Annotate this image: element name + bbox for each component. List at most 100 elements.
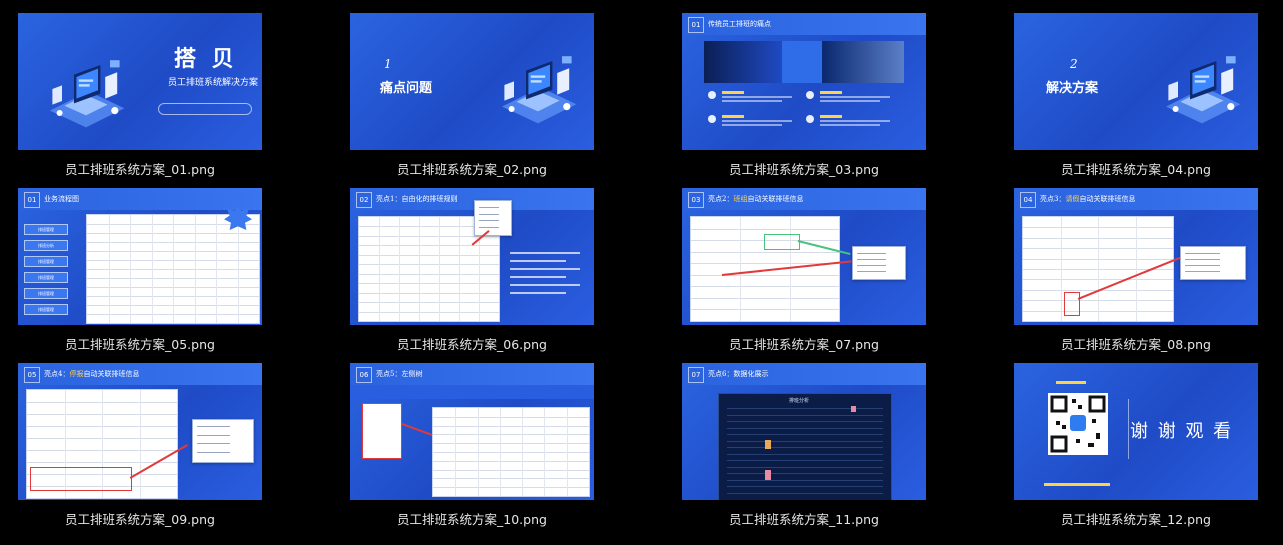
file-name-label: 员工排班系统方案_07.png [729, 337, 879, 352]
slide-preview-image: 搭 贝员工排班系统解决方案 [18, 13, 262, 150]
slide-title: 亮点2：班组自动关联排班信息 [708, 194, 803, 204]
dashboard-row [727, 440, 883, 442]
file-name-label: 员工排班系统方案_09.png [65, 512, 215, 527]
table-screenshot [86, 214, 260, 324]
point-heading [820, 115, 842, 118]
file-name-label: 员工排班系统方案_04.png [1061, 162, 1211, 177]
section-number: 02 [356, 192, 372, 208]
file-thumbnail[interactable]: 04 亮点3：请假自动关联排班信息员工排班系统方案_08.png [1011, 188, 1261, 356]
file-name-label: 员工排班系统方案_08.png [1061, 337, 1211, 352]
section-title: 痛点问题 [380, 81, 433, 96]
point-text [820, 120, 890, 122]
description-text [510, 252, 580, 254]
file-thumbnail[interactable]: 谢 谢 观 看员工排班系统方案_12.png [1011, 363, 1261, 531]
point-icon [708, 91, 716, 99]
file-name-label: 员工排班系统方案_02.png [397, 162, 547, 177]
file-thumbnail[interactable]: 02 亮点1：自由化的排班规则员工排班系统方案_06.png [347, 188, 597, 356]
green-highlight-box [764, 234, 800, 250]
dashboard-row [727, 427, 883, 429]
file-thumbnail[interactable]: 07 亮点6：数据化展示 排班分析 员工排班系统方案_11.png [679, 363, 929, 531]
qr-code [1048, 393, 1108, 455]
popup-menu [192, 419, 254, 463]
file-name-label: 员工排班系统方案_05.png [65, 337, 215, 352]
qr-caption-bottom [1044, 483, 1110, 486]
title-prefix: 亮点3： [1040, 195, 1066, 203]
slide-preview-image: 03 亮点2：班组自动关联排班信息 [682, 188, 926, 325]
dashboard-row [727, 486, 883, 487]
description-text [510, 284, 580, 286]
chart-bar [765, 440, 771, 449]
file-thumbnail[interactable]: 1 痛点问题 员工排班系统方案_02.png [347, 13, 597, 181]
section-number: 03 [688, 192, 704, 208]
file-thumbnail[interactable]: 01 业务流程图 排班管理 排班分析 排班管理 排班管理 排班管理 排班管理 员工排班系统方案_… [15, 188, 265, 356]
title-suffix: 自动关联排班信息 [1079, 195, 1136, 203]
file-thumbnail[interactable]: 01 传统员工排班的痛点员工排班系统方案_03.png [679, 13, 929, 181]
slide-header: 04 亮点3：请假自动关联排班信息 [1014, 188, 1258, 210]
description-text [510, 292, 566, 294]
menu-button: 排班管理 [24, 224, 68, 235]
slide-title: 业务流程图 [44, 195, 79, 203]
point-icon [708, 115, 716, 123]
file-thumbnail[interactable]: 06 亮点5：左侧树员工排班系统方案_10.png [347, 363, 597, 531]
slide-title: 亮点6：数据化展示 [708, 370, 769, 378]
section-number: 01 [688, 17, 704, 33]
dashboard-row [727, 453, 883, 455]
slide-preview-image: 谢 谢 观 看 [1014, 363, 1258, 500]
file-thumbnail[interactable]: 03 亮点2：班组自动关联排班信息员工排班系统方案_07.png [679, 188, 929, 356]
left-tree-panel [362, 403, 402, 459]
red-arrow [401, 423, 433, 436]
point-text [722, 100, 782, 102]
file-thumbnail[interactable]: 05 亮点4：停报自动关联排班信息员工排班系统方案_09.png [15, 363, 265, 531]
title-highlight: 请假 [1065, 195, 1080, 203]
point-text [820, 100, 880, 102]
isometric-computer-illustration [38, 53, 134, 137]
menu-button: 排班管理 [24, 288, 68, 299]
slide-preview-image: 01 业务流程图 排班管理 排班分析 排班管理 排班管理 排班管理 排班管理 [18, 188, 262, 325]
dashboard-row [727, 479, 883, 481]
slide-title: 亮点4：停报自动关联排班信息 [44, 369, 139, 379]
qr-caption-top [1056, 381, 1086, 384]
title-prefix: 亮点4： [44, 370, 70, 378]
menu-button: 排班管理 [24, 304, 68, 315]
file-name-label: 员工排班系统方案_03.png [729, 162, 879, 177]
popup-menu [474, 200, 512, 236]
banner-text-box [782, 41, 822, 83]
file-name-label: 员工排班系统方案_10.png [397, 512, 547, 527]
point-text [722, 124, 782, 126]
slide-preview-image: 02 亮点1：自由化的排班规则 [350, 188, 594, 325]
dashboard-row [727, 447, 883, 448]
dashboard-row [727, 492, 883, 494]
point-heading [820, 91, 842, 94]
section-number: 01 [24, 192, 40, 208]
slide-header: 02 亮点1：自由化的排班规则 [350, 188, 594, 210]
slide-preview-image: 05 亮点4：停报自动关联排班信息 [18, 363, 262, 500]
popup-menu [852, 246, 906, 280]
slide-title: 亮点3：请假自动关联排班信息 [1040, 194, 1135, 204]
cover-subtitle: 员工排班系统解决方案 [168, 78, 259, 88]
menu-button: 排班分析 [24, 240, 68, 251]
dashboard-row [727, 473, 883, 474]
file-thumbnail[interactable]: 搭 贝员工排班系统解决方案 员工排班系统方案_01.png [15, 13, 265, 181]
slide-preview-image: 07 亮点6：数据化展示 排班分析 [682, 363, 926, 500]
point-text [820, 96, 890, 98]
slide-title: 传统员工排班的痛点 [708, 20, 771, 28]
isometric-computer-illustration [1154, 49, 1250, 133]
point-text [820, 124, 880, 126]
slide-header: 03 亮点2：班组自动关联排班信息 [682, 188, 926, 210]
dashboard-row [727, 421, 883, 422]
description-text [510, 268, 580, 270]
slide-header: 06 亮点5：左侧树 [350, 363, 594, 385]
isometric-computer-illustration [490, 49, 586, 133]
title-suffix: 自动关联排班信息 [83, 370, 140, 378]
chart-bar [851, 406, 856, 412]
slide-header: 07 亮点6：数据化展示 [682, 363, 926, 385]
file-name-label: 员工排班系统方案_06.png [397, 337, 547, 352]
file-name-label: 员工排班系统方案_12.png [1061, 512, 1211, 527]
section-number: 2 [1070, 57, 1078, 71]
cover-title: 搭 贝 [174, 46, 238, 72]
file-thumbnail[interactable]: 2 解决方案 员工排班系统方案_04.png [1011, 13, 1261, 181]
title-highlight: 停报 [69, 370, 84, 378]
dashboard-row [727, 408, 883, 409]
section-title: 解决方案 [1046, 81, 1099, 96]
slide-preview-image: 2 解决方案 [1014, 13, 1258, 150]
